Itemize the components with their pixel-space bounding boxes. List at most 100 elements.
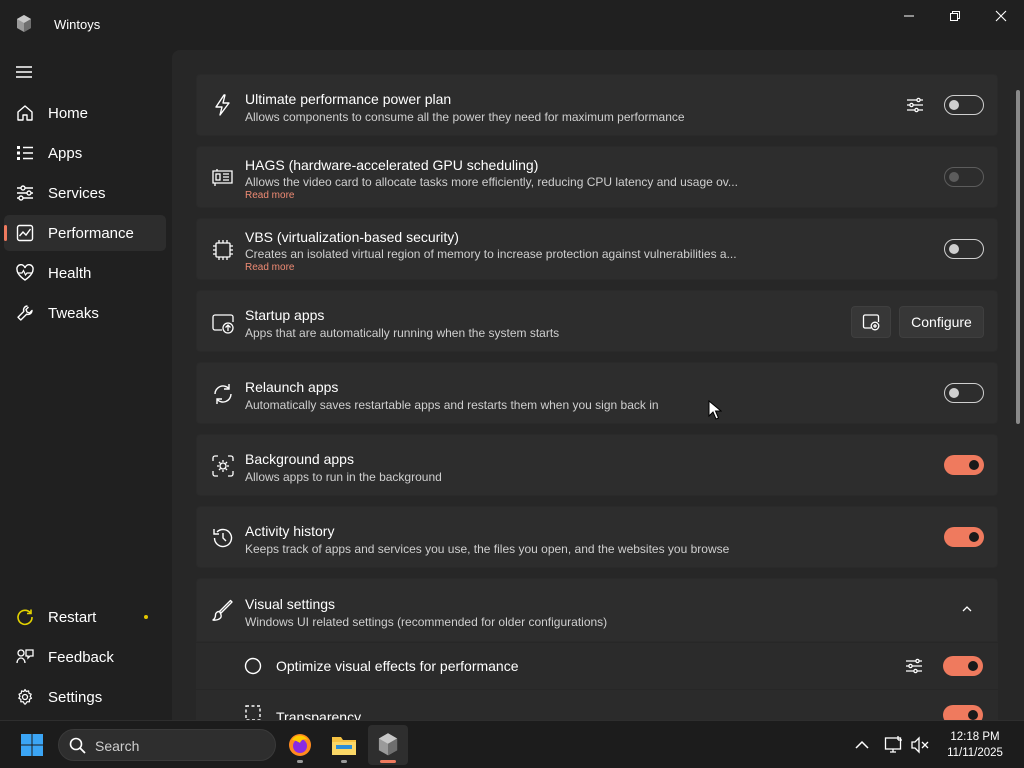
window-add-icon: [862, 314, 880, 331]
setting-card-relaunch-apps: Relaunch apps Automatically saves restar…: [196, 362, 998, 424]
nav-label: Performance: [48, 224, 134, 242]
nav-item-tweaks[interactable]: Tweaks: [4, 295, 166, 331]
setting-title: Relaunch apps: [245, 379, 339, 395]
start-button[interactable]: [12, 725, 52, 765]
nav-item-health[interactable]: Health: [4, 255, 166, 291]
transparency-toggle[interactable]: [943, 705, 983, 720]
clock-time: 12:18 PM: [950, 731, 1000, 743]
configure-label: Configure: [911, 314, 972, 330]
relaunch-icon: [214, 384, 232, 404]
nav-label: Home: [48, 104, 89, 122]
vbs-toggle[interactable]: [944, 239, 984, 259]
nav-label: Services: [48, 184, 106, 202]
gpu-card-icon: [212, 169, 233, 186]
services-icon: [17, 185, 33, 201]
transparency-icon: [245, 705, 261, 720]
tune-sliders-icon[interactable]: [904, 656, 924, 676]
nav-label: Apps: [48, 144, 83, 162]
setting-title: VBS (virtualization-based security): [245, 229, 459, 245]
visual-sub-item-optimize: Optimize visual effects for performance: [196, 643, 998, 689]
add-startup-app-button[interactable]: [851, 306, 891, 338]
read-more-link[interactable]: Read more: [245, 262, 294, 273]
setting-description: Keeps track of apps and services you use…: [245, 542, 730, 556]
tune-sliders-icon[interactable]: [905, 95, 925, 115]
nav-item-performance[interactable]: Performance: [4, 215, 166, 251]
performance-icon: [16, 224, 34, 242]
background-apps-toggle[interactable]: [944, 455, 984, 475]
display-network-icon[interactable]: [884, 735, 904, 755]
nav-label: Feedback: [48, 648, 114, 666]
nav-item-feedback[interactable]: Feedback: [4, 639, 166, 675]
setting-card-activity-history: Activity history Keeps track of apps and…: [196, 506, 998, 568]
sub-setting-title: Optimize visual effects for performance: [276, 658, 519, 674]
setting-title: HAGS (hardware-accelerated GPU schedulin…: [245, 157, 539, 173]
nav-label: Health: [48, 264, 92, 282]
navigation-pane: Home Apps Services Performance Health Tw…: [0, 48, 172, 720]
taskbar-clock[interactable]: 12:18 PM 11/11/2025: [940, 729, 1010, 761]
paintbrush-icon: [212, 599, 233, 621]
minimize-icon: [904, 15, 914, 17]
optimize-visual-effects-toggle[interactable]: [943, 656, 983, 676]
setting-description: Windows UI related settings (recommended…: [245, 615, 608, 629]
history-icon: [213, 528, 233, 548]
setting-card-background-apps: Background apps Allows apps to run in th…: [196, 434, 998, 496]
minimize-button[interactable]: [886, 0, 932, 32]
ultimate-performance-toggle[interactable]: [944, 95, 984, 115]
activity-history-toggle[interactable]: [944, 527, 984, 547]
background-apps-icon: [212, 455, 234, 477]
visual-settings-expander[interactable]: Visual settings Windows UI related setti…: [196, 578, 998, 642]
restore-icon: [950, 11, 960, 21]
chip-icon: [213, 240, 233, 260]
nav-item-settings[interactable]: Settings: [4, 679, 166, 715]
windows-logo-icon: [21, 734, 43, 756]
taskbar-firefox[interactable]: [280, 725, 320, 765]
setting-title: Activity history: [245, 523, 335, 539]
setting-description: Allows the video card to allocate tasks …: [245, 175, 738, 189]
taskbar-file-explorer[interactable]: [324, 725, 364, 765]
nav-item-services[interactable]: Services: [4, 175, 166, 211]
setting-card-startup-apps: Startup apps Apps that are automatically…: [196, 290, 998, 352]
search-icon: [69, 737, 86, 754]
taskbar: Search 12:18 PM 11/11/2025: [0, 720, 1024, 768]
chevron-up-icon[interactable]: [852, 735, 872, 755]
nav-label: Restart: [48, 608, 97, 626]
setting-description: Creates an isolated virtual region of me…: [245, 247, 737, 261]
close-icon: [995, 10, 1007, 22]
menu-toggle-button[interactable]: [10, 58, 38, 86]
restart-icon: [17, 609, 33, 626]
mouse-cursor-icon: [708, 400, 722, 420]
running-indicator: [341, 760, 347, 763]
content-scrollbar[interactable]: [1016, 90, 1020, 424]
running-indicator: [297, 760, 303, 763]
nav-label: Tweaks: [48, 304, 99, 322]
nav-item-home[interactable]: Home: [4, 95, 166, 131]
setting-description: Automatically saves restartable apps and…: [245, 398, 659, 412]
settings-content: Ultimate performance power plan Allows c…: [172, 50, 1024, 720]
wintoys-logo-icon: [17, 15, 31, 32]
setting-title: Visual settings: [245, 596, 336, 612]
folder-icon: [332, 737, 356, 755]
relaunch-apps-toggle[interactable]: [944, 383, 984, 403]
setting-card-vbs: VBS (virtualization-based security) Crea…: [196, 218, 998, 280]
wintoys-logo-icon: [378, 733, 398, 756]
setting-card-ultimate-performance: Ultimate performance power plan Allows c…: [196, 74, 998, 136]
feedback-icon: [16, 649, 34, 664]
nav-item-restart[interactable]: Restart: [4, 599, 166, 635]
close-button[interactable]: [978, 0, 1024, 32]
visual-sub-item-transparency: Transparency: [196, 690, 998, 720]
configure-button[interactable]: Configure: [899, 306, 984, 338]
active-indicator: [380, 760, 396, 763]
hags-toggle[interactable]: [944, 167, 984, 187]
restore-button[interactable]: [932, 0, 978, 32]
chevron-up-icon[interactable]: [961, 605, 973, 613]
taskbar-wintoys[interactable]: [368, 725, 408, 765]
volume-muted-icon[interactable]: [910, 735, 930, 755]
read-more-link[interactable]: Read more: [245, 190, 294, 201]
setting-title: Ultimate performance power plan: [245, 91, 452, 107]
taskbar-search[interactable]: Search: [58, 729, 276, 761]
app-window: Wintoys Home Apps Services Performance H…: [0, 0, 1024, 720]
nav-item-apps[interactable]: Apps: [4, 135, 166, 171]
setting-title: Background apps: [245, 451, 354, 467]
setting-description: Allows apps to run in the background: [245, 470, 442, 484]
setting-title: Startup apps: [245, 307, 325, 323]
